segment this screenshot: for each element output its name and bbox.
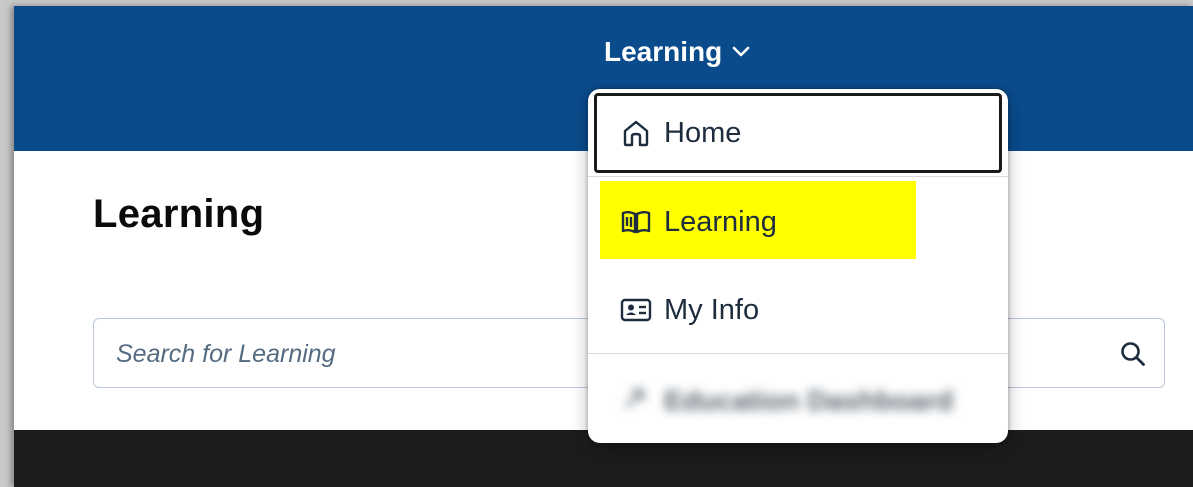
app-switcher-button[interactable]: Learning	[604, 36, 750, 68]
search-icon[interactable]	[1118, 339, 1148, 369]
page-title: Learning	[93, 192, 265, 236]
menu-divider	[588, 353, 1008, 354]
menu-item-home[interactable]: Home	[594, 93, 1002, 173]
app-title-label: Learning	[604, 36, 723, 67]
menu-item-label: Learning	[664, 205, 777, 238]
menu-item-learning[interactable]: Learning	[588, 178, 1008, 266]
home-icon	[620, 117, 652, 149]
menu-item-label: Education Dashboard	[664, 385, 954, 416]
chevron-down-icon	[732, 46, 750, 58]
menu-item-label: Home	[664, 116, 742, 149]
blurred-content: Education Dashboard	[620, 383, 953, 420]
menu-item-label: My Info	[664, 293, 760, 326]
menu-item-education-dashboard[interactable]: Education Dashboard	[588, 357, 1008, 445]
menu-divider	[588, 176, 1008, 177]
arrow-icon	[620, 383, 650, 420]
navigation-menu: Home Learning My Info Education Dashboar…	[588, 89, 1008, 443]
menu-item-my-info[interactable]: My Info	[588, 266, 1008, 354]
app-window: Learning Learning Home Learning	[14, 6, 1193, 487]
id-card-icon	[620, 294, 652, 326]
book-icon	[620, 206, 652, 238]
